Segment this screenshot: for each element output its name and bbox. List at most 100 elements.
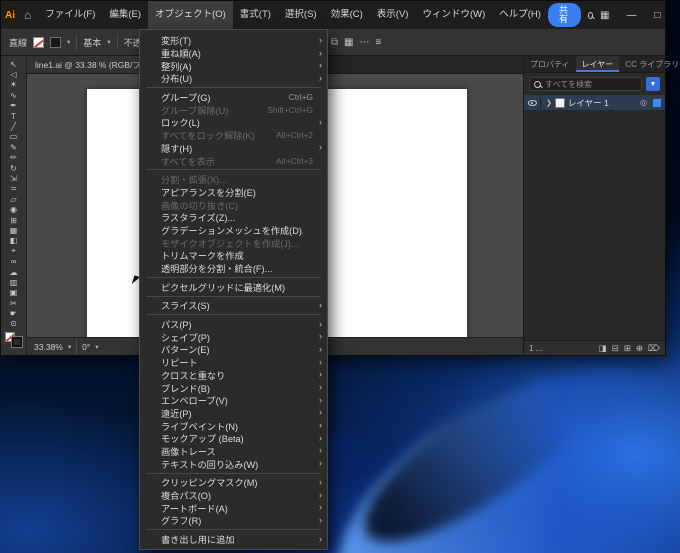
menubar-item[interactable]: 選択(S) <box>278 1 324 29</box>
menu-item[interactable]: グループ(G) Ctrl+G <box>140 91 327 104</box>
selection-color-chip[interactable] <box>653 98 661 107</box>
tab-properties[interactable]: プロパティ <box>524 56 576 72</box>
rotation-value[interactable]: 0° <box>82 342 90 352</box>
menu-item[interactable]: リピート › <box>140 356 327 369</box>
search-icon[interactable] <box>587 11 593 19</box>
eyedropper-tool[interactable]: ⌖ <box>3 246 25 256</box>
line-segment-tool[interactable]: ╱ <box>3 121 25 131</box>
menu-item[interactable]: アピアランスを分割(E) <box>140 186 327 199</box>
menu-item[interactable]: 重ね順(A) › <box>140 47 327 60</box>
menu-item[interactable]: 整列(A) › <box>140 59 327 72</box>
zoom-level[interactable]: 33.38% <box>34 342 63 352</box>
panel-menu-icon[interactable]: ≡ <box>375 37 381 48</box>
layer-name[interactable]: レイヤー 1 <box>568 97 637 109</box>
artboard-tool[interactable]: ▣ <box>3 288 25 298</box>
menu-item[interactable]: 遠近(P) › <box>140 407 327 420</box>
layer-row[interactable]: ❯ レイヤー 1 ◎ <box>524 94 665 111</box>
magic-wand-tool[interactable]: ✶ <box>3 80 25 90</box>
grid-snap-icon[interactable]: ▦ <box>344 37 353 48</box>
delete-layer-icon[interactable]: ⌦ <box>648 343 660 354</box>
mesh-tool[interactable]: ▦ <box>3 225 25 235</box>
share-button[interactable]: 共有 <box>547 3 581 27</box>
rotate-tool[interactable]: ↻ <box>3 163 25 173</box>
fill-stroke-swatches[interactable] <box>5 332 23 349</box>
menubar-item[interactable]: 効果(C) <box>324 1 370 29</box>
zoom-dropdown-icon[interactable]: ▾ <box>68 343 71 351</box>
filter-icon[interactable]: ▼ <box>646 77 660 91</box>
menu-item[interactable]: ブレンド(B) › <box>140 381 327 394</box>
scale-tool[interactable]: ⇲ <box>3 173 25 183</box>
menu-item[interactable]: スライス(S) › <box>140 299 327 312</box>
menubar-item[interactable]: ウィンドウ(W) <box>415 1 492 29</box>
perspective-grid-tool[interactable]: ⊞ <box>3 215 25 225</box>
hand-tool[interactable]: ☛ <box>3 308 25 318</box>
visibility-toggle[interactable] <box>524 95 541 110</box>
brush-dropdown-icon[interactable]: ▾ <box>107 38 110 46</box>
menu-item[interactable]: クリッピングマスク(M) › <box>140 476 327 489</box>
menu-item[interactable]: 透明部分を分割・統合(F)... <box>140 262 327 275</box>
layer-target-icon[interactable]: ◎ <box>640 98 647 107</box>
more-options-icon[interactable]: ⋯ <box>359 37 369 48</box>
stroke-dropdown-icon[interactable]: ▾ <box>67 38 70 46</box>
menubar-item[interactable]: ヘルプ(H) <box>492 1 548 29</box>
zoom-tool[interactable]: ⊙ <box>3 319 25 329</box>
menu-item[interactable]: ピクセルグリッドに最適化(M) <box>140 280 327 293</box>
locate-object-icon[interactable]: ◨ <box>599 343 607 354</box>
menu-item[interactable]: パターン(E) › <box>140 343 327 356</box>
menu-item[interactable]: クロスと重なり › <box>140 369 327 382</box>
pencil-tool[interactable]: ✏ <box>3 153 25 163</box>
selection-tool[interactable]: ↖ <box>3 59 25 69</box>
width-tool[interactable]: ≍ <box>3 184 25 194</box>
menu-item[interactable]: ラスタライズ(Z)... <box>140 211 327 224</box>
menubar-item[interactable]: ファイル(F) <box>38 1 102 29</box>
menu-item[interactable]: 複合パス(O) › <box>140 489 327 502</box>
menubar-item[interactable]: 編集(E) <box>102 1 148 29</box>
minimize-button[interactable]: — <box>618 1 644 29</box>
tab-layers[interactable]: レイヤー <box>575 56 620 72</box>
slice-tool[interactable]: ✂ <box>3 298 25 308</box>
layers-search-input[interactable]: すべてを検索 <box>529 77 642 91</box>
menu-item[interactable]: モックアップ (Beta) › <box>140 432 327 445</box>
brush-preset-dropdown[interactable]: 基本 <box>83 36 101 49</box>
menu-item[interactable]: テキストの回り込み(W) › <box>140 457 327 470</box>
menu-item[interactable]: 画像トレース › <box>140 445 327 458</box>
menubar-item[interactable]: 書式(T) <box>233 1 278 29</box>
menu-item[interactable]: グラデーションメッシュを作成(D)... <box>140 224 327 237</box>
arrange-icon[interactable]: ⧉ <box>331 37 338 48</box>
menu-item[interactable]: シェイプ(P) › <box>140 330 327 343</box>
menu-item[interactable]: エンベロープ(V) › <box>140 394 327 407</box>
menu-item[interactable]: ライブペイント(N) › <box>140 419 327 432</box>
maximize-button[interactable]: □ <box>644 1 670 29</box>
new-sublayer-icon[interactable]: ⊞ <box>624 343 631 354</box>
stroke-swatch[interactable] <box>50 36 62 48</box>
new-layer-icon[interactable]: ⊕ <box>636 343 643 354</box>
menubar-item[interactable]: オブジェクト(O) <box>148 1 233 29</box>
fill-none-swatch[interactable] <box>33 36 45 48</box>
lasso-tool[interactable]: ∿ <box>3 90 25 100</box>
menu-item[interactable]: トリムマークを作成 <box>140 249 327 262</box>
rectangle-tool[interactable]: ▭ <box>3 132 25 142</box>
menu-item[interactable]: ロック(L) › <box>140 116 327 129</box>
gradient-tool[interactable]: ◧ <box>3 236 25 246</box>
menu-item[interactable]: 書き出し用に追加 › <box>140 533 327 546</box>
direct-selection-tool[interactable]: ◁ <box>3 69 25 79</box>
menu-item[interactable]: アートボード(A) › <box>140 501 327 514</box>
paintbrush-tool[interactable]: ✎ <box>3 142 25 152</box>
expand-chevron-icon[interactable]: ❯ <box>544 99 552 107</box>
make-clip-mask-icon[interactable]: ⊟ <box>612 343 619 354</box>
pen-tool[interactable]: ✒ <box>3 101 25 111</box>
blend-tool[interactable]: ∞ <box>3 256 25 266</box>
layer-thumbnail[interactable] <box>554 97 565 108</box>
menu-item[interactable]: 分布(U) › <box>140 72 327 85</box>
workspace-switcher-icon[interactable]: ▦ <box>600 10 609 21</box>
menu-item[interactable]: 変形(T) › <box>140 34 327 47</box>
symbol-sprayer-tool[interactable]: ☁ <box>3 267 25 277</box>
free-transform-tool[interactable]: ▱ <box>3 194 25 204</box>
tab-cc-libraries[interactable]: CC ライブラリ <box>619 56 680 72</box>
rotation-dropdown-icon[interactable]: ▾ <box>95 343 98 351</box>
stroke-color-swatch[interactable] <box>11 336 23 349</box>
menu-item[interactable]: グラフ(R) › <box>140 514 327 527</box>
type-tool[interactable]: T <box>3 111 25 121</box>
menu-item[interactable]: 隠す(H) › <box>140 142 327 155</box>
shape-builder-tool[interactable]: ◉ <box>3 204 25 214</box>
